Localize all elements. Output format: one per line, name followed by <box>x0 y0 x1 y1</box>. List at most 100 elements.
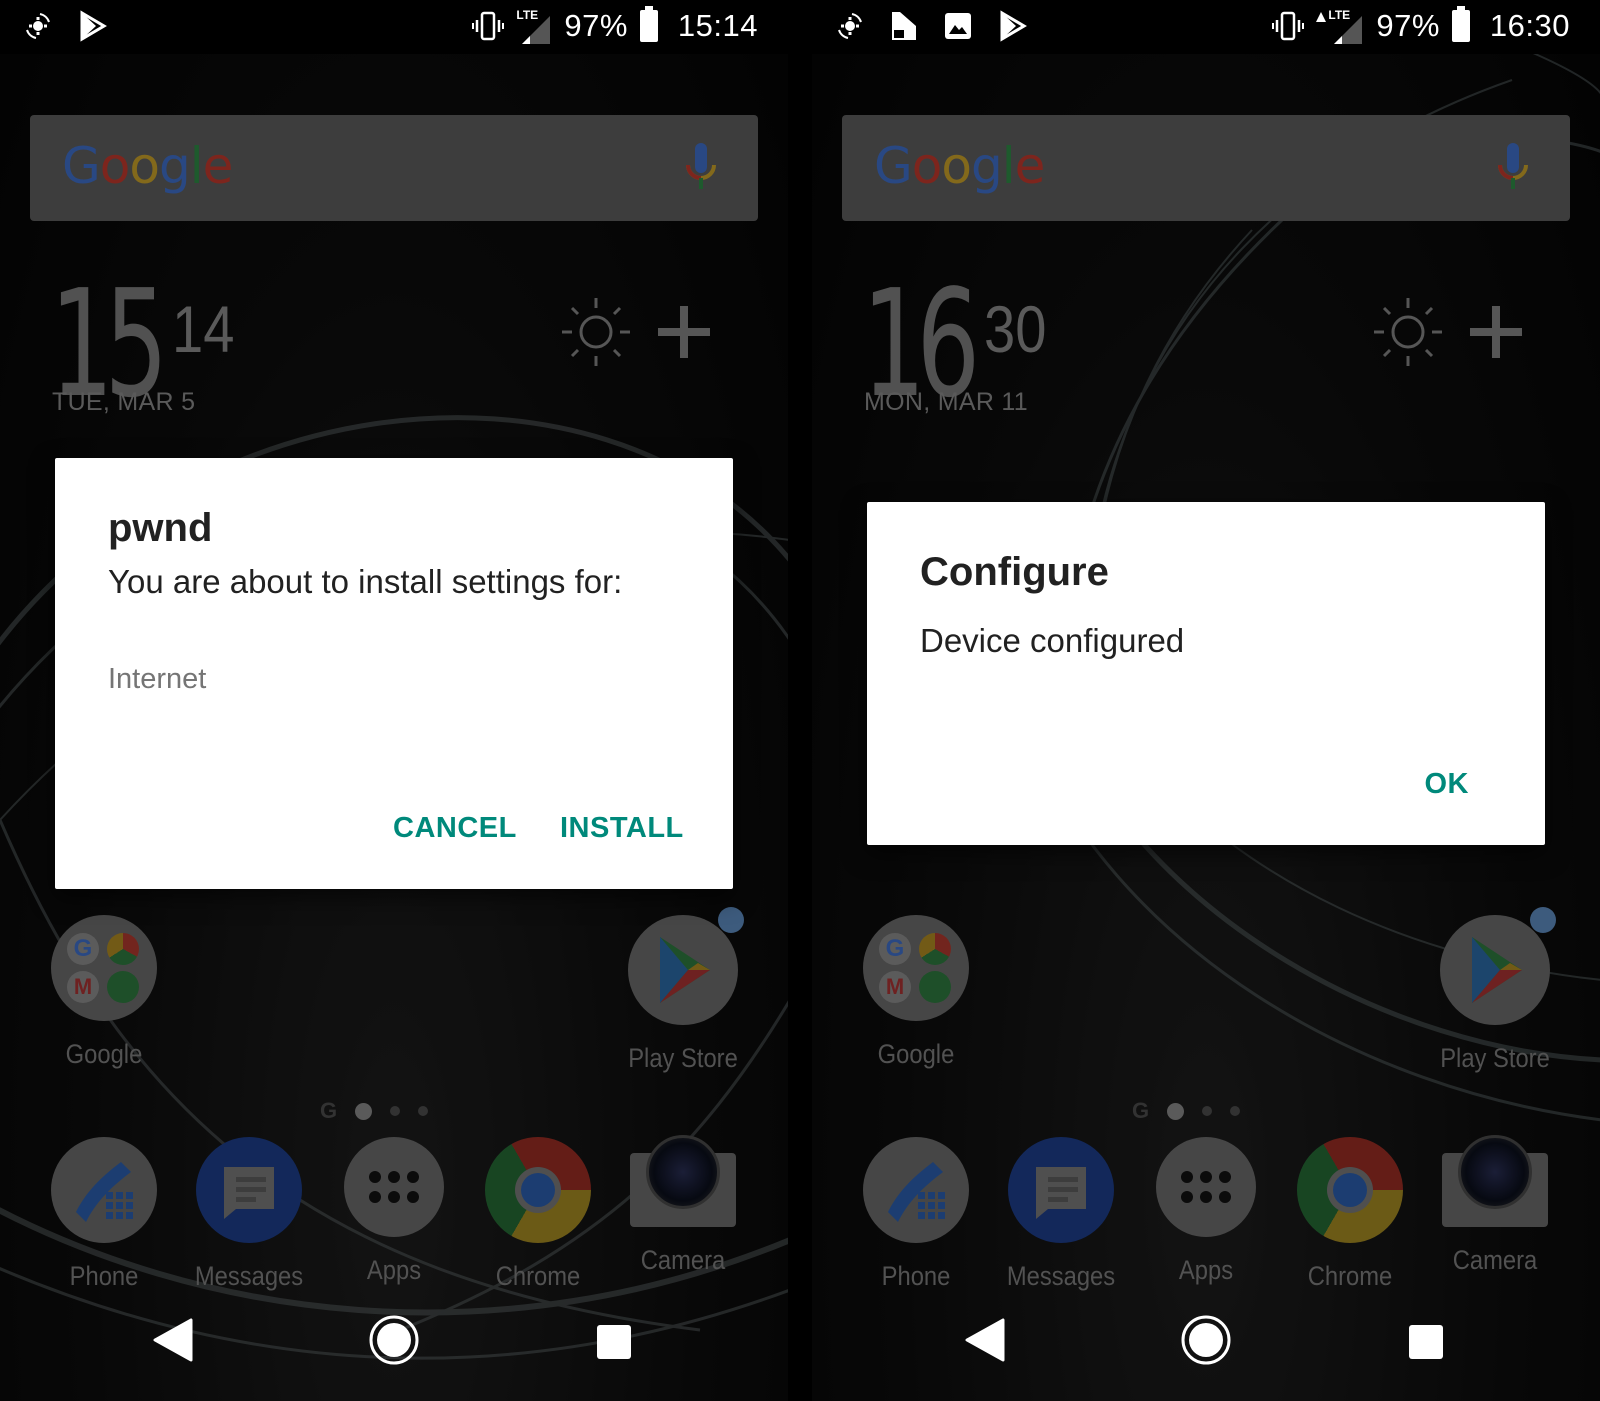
chrome-icon <box>485 1137 591 1243</box>
home-icon-label: Apps <box>1178 1255 1234 1285</box>
ok-button[interactable]: OK <box>1425 768 1470 801</box>
google-logo: Google <box>62 137 233 195</box>
signal-icon <box>1334 16 1363 44</box>
back-button[interactable] <box>153 1318 193 1362</box>
phone-icon <box>51 1137 157 1243</box>
weather-widget[interactable] <box>560 296 710 368</box>
home-icon-label: Play Store <box>1440 1043 1550 1073</box>
home-icon-label: Camera <box>1452 1245 1538 1275</box>
home-icon-label: Camera <box>640 1245 726 1275</box>
page-dot[interactable] <box>1230 1106 1241 1116</box>
dock-icon-chrome[interactable]: Chrome <box>1275 1137 1425 1292</box>
clock-minute: 14 <box>172 292 235 366</box>
clock-date: MON, MAR 11 <box>864 388 1028 416</box>
home-icon-label: Google <box>877 1039 955 1069</box>
battery-percent: 97% <box>564 8 628 43</box>
install-button[interactable]: INSTALL <box>560 812 684 845</box>
install-settings-dialog: pwnd You are about to install settings f… <box>55 458 733 889</box>
home-icon-play-store[interactable]: Play Store <box>608 907 758 1074</box>
sun-icon <box>1374 298 1442 366</box>
home-button[interactable] <box>1180 1314 1232 1366</box>
dialog-settings-item: Internet <box>108 663 207 695</box>
dock-icon-apps[interactable]: Apps <box>1131 1137 1281 1286</box>
recents-button[interactable] <box>1408 1324 1444 1360</box>
vibrate-icon <box>1272 11 1305 41</box>
weather-widget[interactable] <box>1372 296 1522 368</box>
dialog-title: Configure <box>920 550 1109 594</box>
battery-percent: 97% <box>1376 8 1440 43</box>
dialog-title: pwnd <box>108 506 213 550</box>
back-button[interactable] <box>965 1318 1005 1362</box>
dock-icon-apps[interactable]: Apps <box>319 1137 469 1286</box>
apps-icon <box>1156 1137 1256 1237</box>
google-feed-indicator[interactable]: G <box>1132 1098 1149 1124</box>
dock-icon-phone[interactable]: Phone <box>29 1137 179 1292</box>
phone-screen-left: LTE 97% 15:14 Google 15 14 TUE, MAR 5 G … <box>0 0 788 1401</box>
dock-icon-chrome[interactable]: Chrome <box>463 1137 613 1292</box>
dock-icon-camera[interactable]: Camera <box>608 1135 758 1276</box>
dialog-message: Device configured <box>920 622 1185 659</box>
google-folder-icon: G M <box>863 915 969 1021</box>
messages-icon <box>196 1137 302 1243</box>
phone-screen-right: LTE 97% 16:30 Google 16 30 MON, MAR 11 G… <box>812 0 1600 1401</box>
page-dot[interactable] <box>418 1106 429 1116</box>
home-icon-label: Chrome <box>1307 1261 1393 1291</box>
plus-icon[interactable] <box>658 306 710 358</box>
play-store-icon <box>80 10 107 42</box>
clock-minute: 30 <box>984 292 1047 366</box>
plus-icon[interactable] <box>1470 306 1522 358</box>
google-folder-icon: G M <box>51 915 157 1021</box>
page-dot[interactable] <box>390 1106 401 1116</box>
home-icon-label: Phone <box>881 1261 951 1291</box>
image-icon <box>945 13 971 39</box>
dock-icon-phone[interactable]: Phone <box>841 1137 991 1292</box>
home-button[interactable] <box>368 1314 420 1366</box>
camera-icon <box>630 1135 736 1227</box>
mic-icon[interactable] <box>1496 143 1530 193</box>
home-icon-label: Google <box>65 1039 143 1069</box>
home-icon-label: Messages <box>1006 1261 1116 1291</box>
home-icon-label: Messages <box>194 1261 304 1291</box>
play-store-icon <box>628 907 744 1025</box>
page-dot-active[interactable] <box>355 1102 373 1120</box>
cancel-button[interactable]: CANCEL <box>393 812 517 845</box>
battery-icon <box>1451 6 1470 42</box>
mic-icon[interactable] <box>684 143 718 193</box>
google-search-bar[interactable]: Google <box>30 115 758 221</box>
clock-widget[interactable]: 15 14 TUE, MAR 5 <box>50 270 234 418</box>
recents-button[interactable] <box>596 1324 632 1360</box>
play-store-icon <box>1440 907 1556 1025</box>
home-icon-google-folder[interactable]: G M Google <box>841 915 991 1070</box>
chrome-icon <box>1297 1137 1403 1243</box>
messages-icon <box>1008 1137 1114 1243</box>
vibrate-icon <box>472 11 505 41</box>
dock-icon-messages[interactable]: Messages <box>174 1137 324 1292</box>
battery-icon <box>639 6 658 42</box>
sim-card-icon <box>892 12 916 40</box>
page-dot-active[interactable] <box>1167 1102 1185 1120</box>
navigation-bar <box>0 1310 788 1380</box>
home-icon-play-store[interactable]: Play Store <box>1420 907 1570 1074</box>
home-icon-label: Play Store <box>628 1043 738 1073</box>
google-logo: Google <box>874 137 1045 195</box>
status-bar: LTE 97% 15:14 <box>0 0 788 54</box>
sun-icon <box>562 298 630 366</box>
google-feed-indicator[interactable]: G <box>320 1098 337 1124</box>
status-time: 15:14 <box>677 8 758 43</box>
data-upload-arrow-icon <box>1316 12 1327 22</box>
dock-icon-camera[interactable]: Camera <box>1420 1135 1570 1276</box>
home-icon-label: Chrome <box>495 1261 581 1291</box>
signal-indicator: LTE <box>1316 6 1364 46</box>
page-indicator: G <box>0 1098 788 1124</box>
page-indicator: G <box>812 1098 1600 1124</box>
home-icon-label: Apps <box>366 1255 422 1285</box>
sync-settings-icon <box>838 13 862 39</box>
apps-icon <box>344 1137 444 1237</box>
dialog-message: You are about to install settings for: <box>108 563 623 600</box>
clock-widget[interactable]: 16 30 MON, MAR 11 <box>862 270 1046 418</box>
sync-settings-icon <box>26 13 50 39</box>
page-dot[interactable] <box>1202 1106 1213 1116</box>
home-icon-google-folder[interactable]: G M Google <box>29 915 179 1070</box>
google-search-bar[interactable]: Google <box>842 115 1570 221</box>
dock-icon-messages[interactable]: Messages <box>986 1137 1136 1292</box>
